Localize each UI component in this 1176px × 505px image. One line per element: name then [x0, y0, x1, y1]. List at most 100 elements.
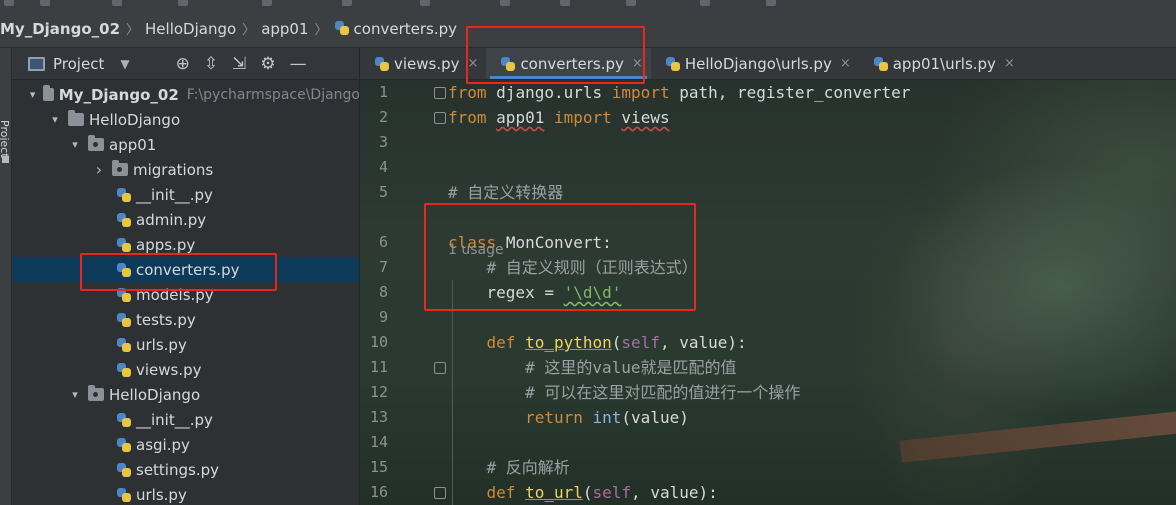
- python-file-icon: [873, 56, 889, 72]
- tab-app01-urls-py[interactable]: app01\urls.py ×: [859, 48, 1023, 79]
- line-number: 14: [369, 433, 388, 451]
- chevron-right-icon: 〉: [242, 23, 256, 38]
- folder-icon: [43, 85, 54, 101]
- menu-icon[interactable]: [112, 0, 122, 6]
- fold-marker-icon[interactable]: [434, 87, 446, 99]
- menu-icon[interactable]: [178, 0, 188, 6]
- close-icon[interactable]: ×: [840, 56, 851, 71]
- tab-hellodjango-urls-py[interactable]: HelloDjango\urls.py ×: [651, 48, 859, 79]
- chevron-down-icon[interactable]: ▾: [28, 88, 37, 101]
- tree-item-label: urls.py: [136, 485, 187, 504]
- menu-icon[interactable]: [766, 0, 776, 6]
- chevron-right-icon[interactable]: ›: [92, 160, 106, 179]
- tree-file-item[interactable]: __init__.py: [12, 182, 359, 207]
- line-number: 9: [378, 308, 388, 326]
- collapse-all-icon[interactable]: ⇲: [232, 54, 246, 74]
- code-line[interactable]: def to_python(self, value):: [448, 330, 747, 355]
- tree-file-item[interactable]: tests.py: [12, 307, 359, 332]
- breadcrumb-file[interactable]: converters.py: [330, 20, 461, 38]
- tab-label: HelloDjango\urls.py: [684, 54, 832, 73]
- code-line[interactable]: # 这里的value就是匹配的值: [448, 355, 736, 380]
- menu-icon[interactable]: [420, 0, 430, 6]
- tree-folder-item[interactable]: ▾ app01: [12, 132, 359, 157]
- python-file-icon: [116, 462, 132, 478]
- line-number: 12: [369, 383, 388, 401]
- chevron-right-icon: 〉: [314, 23, 328, 38]
- code-line[interactable]: from app01 import views: [448, 105, 670, 130]
- project-view-icon: [28, 56, 45, 71]
- python-file-icon: [116, 237, 132, 253]
- breadcrumb-project[interactable]: My_Django_02: [0, 20, 124, 38]
- fold-marker-icon[interactable]: [434, 487, 446, 499]
- tree-file-item[interactable]: __init__.py: [12, 407, 359, 432]
- code-line[interactable]: # 自定义转换器: [448, 180, 563, 205]
- code-line[interactable]: def to_url(self, value):: [448, 480, 718, 505]
- line-number: 13: [369, 408, 388, 426]
- tree-folder-item[interactable]: › migrations: [12, 157, 359, 182]
- fold-marker-icon[interactable]: [434, 362, 446, 374]
- tree-item-label: tests.py: [136, 310, 196, 329]
- python-file-icon: [665, 56, 681, 72]
- package-icon: [112, 160, 128, 176]
- tree-item-label: views.py: [136, 360, 202, 379]
- python-file-icon: [116, 337, 132, 353]
- line-number: 15: [369, 458, 388, 476]
- menu-icon[interactable]: [626, 0, 636, 6]
- highlight-box-class: [424, 203, 696, 311]
- menu-icon[interactable]: [40, 0, 50, 6]
- tool-window-strip: Project: [0, 48, 12, 505]
- code-line[interactable]: return int(value): [448, 405, 689, 430]
- code-line[interactable]: # 反向解析: [448, 455, 570, 480]
- expand-all-icon[interactable]: ⇳: [204, 54, 218, 74]
- python-file-icon: [116, 412, 132, 428]
- tree-folder-item[interactable]: ▾ HelloDjango: [12, 382, 359, 407]
- menu-bar: [0, 0, 1176, 10]
- line-number: 7: [378, 258, 388, 276]
- line-number: 5: [378, 183, 388, 201]
- python-file-icon: [374, 56, 390, 72]
- tree-folder-item[interactable]: ▾ HelloDjango: [12, 107, 359, 132]
- tree-item-label: admin.py: [136, 210, 207, 229]
- gear-icon[interactable]: ⚙: [260, 54, 275, 74]
- tree-file-item[interactable]: asgi.py: [12, 432, 359, 457]
- tree-item-label: apps.py: [136, 235, 196, 254]
- menu-icon[interactable]: [262, 0, 272, 6]
- tree-file-item[interactable]: urls.py: [12, 482, 359, 505]
- python-file-icon: [116, 212, 132, 228]
- tab-label: views.py: [394, 54, 460, 73]
- tree-item-label: migrations: [133, 160, 214, 179]
- tree-item-label: My_Django_02: [58, 85, 179, 104]
- menu-icon[interactable]: [4, 0, 14, 6]
- chevron-down-icon[interactable]: ▾: [68, 388, 82, 401]
- fold-marker-icon[interactable]: [434, 112, 446, 124]
- chevron-down-icon[interactable]: ▾: [48, 113, 62, 126]
- close-icon[interactable]: ×: [1004, 56, 1015, 71]
- tree-file-item[interactable]: settings.py: [12, 457, 359, 482]
- tree-folder-item[interactable]: ▾ My_Django_02 F:\pycharmspace\Django: [12, 82, 359, 107]
- breadcrumb-folder[interactable]: app01: [257, 20, 312, 38]
- tree-file-item[interactable]: views.py: [12, 357, 359, 382]
- line-number: 1: [378, 83, 388, 101]
- line-number: 3: [378, 133, 388, 151]
- chevron-down-icon[interactable]: ▼: [120, 57, 129, 71]
- structure-icon[interactable]: [2, 156, 9, 163]
- menu-icon[interactable]: [700, 0, 710, 6]
- project-panel-title[interactable]: Project: [53, 55, 104, 73]
- code-line[interactable]: # 可以在这里对匹配的值进行一个操作: [448, 380, 800, 405]
- menu-icon[interactable]: [560, 0, 570, 6]
- tree-item-label: HelloDjango: [109, 385, 201, 404]
- menu-icon[interactable]: [342, 0, 352, 6]
- hide-panel-icon[interactable]: —: [290, 54, 307, 74]
- tree-file-item[interactable]: admin.py: [12, 207, 359, 232]
- breadcrumb-folder[interactable]: HelloDjango: [141, 20, 240, 38]
- project-tool-button[interactable]: Project: [0, 120, 11, 158]
- chevron-down-icon[interactable]: ▾: [68, 138, 82, 151]
- line-number: 4: [378, 158, 388, 176]
- menu-icon[interactable]: [500, 0, 510, 6]
- line-number: 10: [369, 333, 388, 351]
- highlight-box-tab: [466, 26, 645, 84]
- tree-item-label: asgi.py: [136, 435, 190, 454]
- locate-file-icon[interactable]: ⊕: [176, 54, 190, 74]
- python-file-icon: [334, 20, 350, 36]
- tree-file-item[interactable]: urls.py: [12, 332, 359, 357]
